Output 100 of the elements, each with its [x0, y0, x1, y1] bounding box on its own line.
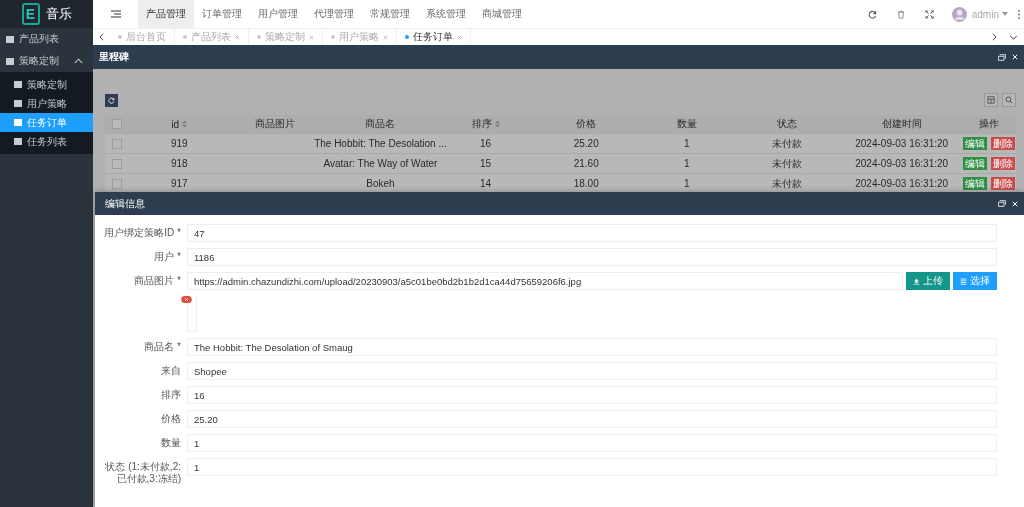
table-cell: 2024-09-03 16:31:20	[855, 178, 949, 189]
checkbox[interactable]	[112, 158, 122, 169]
table-cell: 2024-09-03 16:31:20	[855, 138, 949, 149]
field-label: 数量	[160, 436, 181, 449]
column-header[interactable]: id	[129, 118, 230, 130]
field-label: 用户绑定策略ID *	[103, 226, 181, 239]
delete-button[interactable]: 删除	[990, 177, 1015, 190]
sidebar-item[interactable]: 产品列表	[0, 28, 93, 50]
list-icon	[6, 57, 14, 65]
nav-tab[interactable]: 系统管理	[418, 0, 474, 28]
chevron-icon	[74, 58, 83, 64]
list-icon	[6, 35, 14, 43]
checkbox[interactable]	[112, 119, 122, 129]
field-label: 来自	[160, 364, 181, 377]
avatar-icon[interactable]	[951, 6, 967, 22]
trash-icon[interactable]	[896, 9, 905, 19]
column-header: 操作	[977, 117, 1000, 131]
upload-icon	[913, 277, 920, 285]
input-field[interactable]: 1	[187, 458, 997, 476]
input-field[interactable]: Shopee	[187, 362, 997, 380]
input-field[interactable]: 25.20	[187, 410, 997, 428]
delete-button[interactable]: 删除	[990, 137, 1015, 150]
remove-icon[interactable]	[181, 296, 192, 303]
input-field[interactable]: 16	[187, 386, 997, 404]
table-cell: 917	[170, 178, 188, 189]
column-header: 状态	[776, 117, 799, 131]
field-label: 排序	[160, 388, 181, 401]
delete-button[interactable]: 删除	[990, 157, 1015, 170]
restore-icon[interactable]	[998, 53, 1006, 61]
field-label: 价格	[160, 412, 181, 425]
list-icon	[14, 100, 22, 107]
edit-button[interactable]: 编辑	[962, 137, 987, 150]
sort-icon[interactable]	[182, 120, 188, 128]
table-cell: 25.20	[573, 138, 599, 149]
column-header: 商品名	[364, 117, 397, 131]
input-field[interactable]: The Hobbit: The Desolation of Smaug	[187, 338, 997, 356]
list-icon	[14, 119, 22, 126]
table-cell: 919	[170, 138, 188, 149]
table-cell: 1	[684, 178, 690, 189]
panel-title: 里程碑	[99, 50, 129, 64]
input-field[interactable]: 47	[187, 224, 997, 242]
table-cell: 918	[170, 158, 188, 169]
table-cell: Avatar: The Way of Water	[323, 158, 438, 169]
nav-tab[interactable]: 常规管理	[362, 0, 418, 28]
input-field[interactable]: 1	[187, 434, 997, 452]
nav-tab[interactable]: 产品管理	[138, 0, 194, 28]
chevron-down-icon[interactable]	[1009, 34, 1018, 40]
refresh-icon[interactable]	[867, 9, 877, 19]
column-header[interactable]: 排序	[439, 117, 532, 131]
restore-icon[interactable]	[998, 200, 1006, 207]
menu-icon[interactable]	[111, 10, 121, 18]
checkbox[interactable]	[112, 178, 122, 189]
table-cell: 1	[684, 138, 690, 149]
field-label: 商品名 *	[143, 340, 181, 353]
sidebar-item[interactable]: 策略定制	[0, 75, 93, 94]
nav-tab[interactable]: 代理管理	[306, 0, 362, 28]
input-field[interactable]: https://admin.chazundizhi.com/upload/20230903/a5c01be0bd2b1b2d1ca44d75659206f6.jpg	[187, 272, 903, 290]
search-button[interactable]	[1002, 93, 1016, 107]
table-cell: 2024-09-03 16:31:20	[855, 158, 949, 169]
sidebar-item[interactable]: 任务列表	[0, 132, 93, 151]
list-icon	[14, 138, 22, 145]
dialog-title: 编辑信息	[105, 196, 145, 211]
sidebar-item[interactable]: 用户策略	[0, 94, 93, 113]
table-cell: 15	[480, 158, 492, 169]
list-icon	[14, 81, 22, 88]
checkbox[interactable]	[112, 138, 122, 149]
list-icon	[960, 277, 967, 285]
table-cell: 16	[480, 138, 492, 149]
grid-icon	[987, 96, 995, 104]
nav-tab[interactable]: 用户管理	[250, 0, 306, 28]
columns-button[interactable]	[984, 93, 998, 107]
table-cell: 未付款	[772, 156, 803, 171]
table-cell: 18.00	[573, 178, 599, 189]
logo-icon: E	[21, 3, 40, 25]
nav-tab[interactable]: 商城管理	[474, 0, 530, 28]
table-cell: 未付款	[772, 136, 803, 151]
search-icon	[1005, 96, 1013, 104]
fullscreen-icon[interactable]	[924, 9, 934, 19]
upload-button[interactable]: 上传	[906, 272, 950, 290]
chevron-right-icon[interactable]	[992, 33, 997, 41]
table-cell: 未付款	[772, 176, 803, 191]
edit-button[interactable]: 编辑	[962, 177, 987, 190]
column-header: 价格	[575, 117, 598, 131]
edit-button[interactable]: 编辑	[962, 157, 987, 170]
field-label: 状态 (1:未付款,2:已付款,3:冻结)	[104, 460, 181, 485]
field-label: 用户 *	[153, 250, 181, 263]
app-title: 音乐	[45, 5, 72, 23]
column-header: 数量	[675, 117, 698, 131]
chevron-left-icon[interactable]	[99, 33, 104, 41]
column-header: 创建时间	[880, 117, 923, 131]
table-cell: Bokeh	[366, 178, 395, 189]
field-label: 商品图片 *	[133, 274, 181, 287]
image-preview	[187, 296, 197, 332]
table-cell: 21.60	[573, 158, 599, 169]
caret-icon[interactable]	[1002, 12, 1008, 16]
nav-tab[interactable]: 订单管理	[194, 0, 250, 28]
sidebar-item[interactable]: 策略定制	[0, 50, 93, 72]
refresh-button[interactable]	[105, 93, 118, 107]
sort-icon[interactable]	[494, 120, 500, 128]
input-field[interactable]: 1186	[187, 248, 997, 266]
